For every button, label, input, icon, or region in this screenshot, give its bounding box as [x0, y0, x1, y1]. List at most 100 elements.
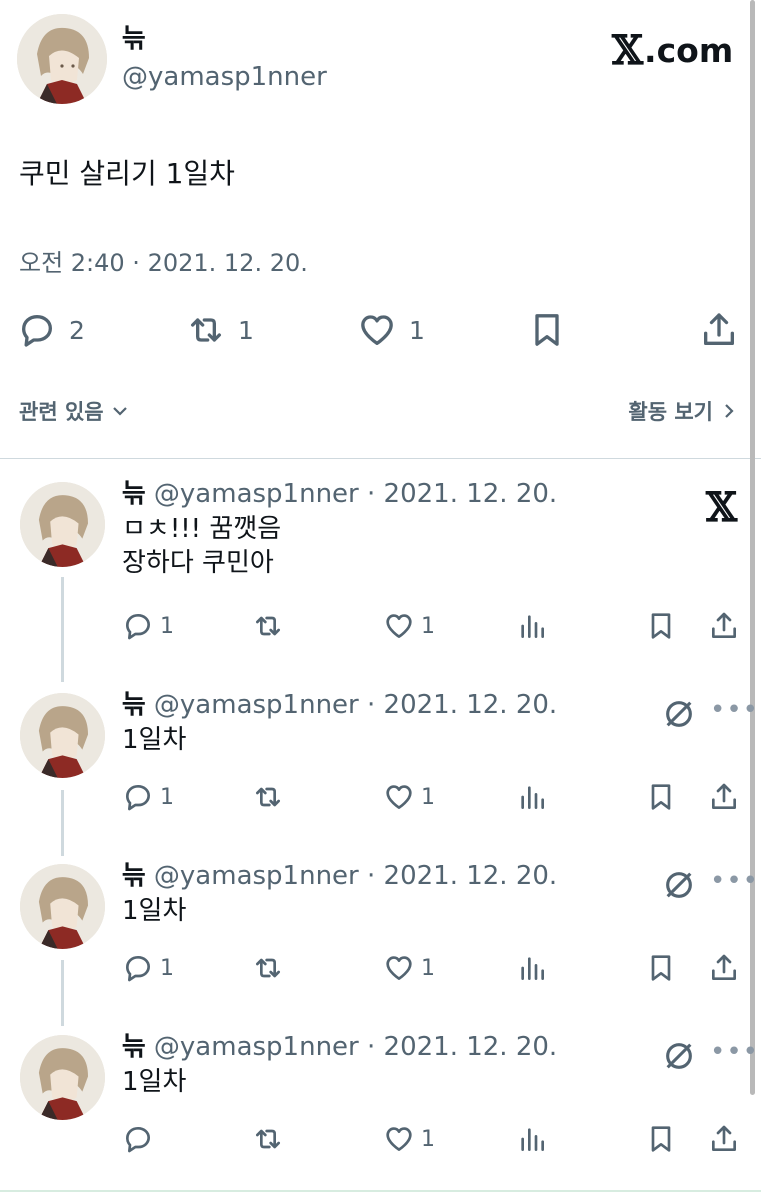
reply-meta[interactable]: @yamasp1nner · 2021. 12. 20. [154, 479, 557, 509]
views-button[interactable] [516, 952, 548, 984]
brand-logo: 𝕏 .com [612, 27, 734, 74]
more-dots-icon[interactable]: ••• [710, 1037, 759, 1067]
slash-circle-icon[interactable] [662, 697, 696, 731]
reply-button[interactable]: 1 [122, 781, 174, 813]
share-button[interactable] [708, 952, 740, 984]
author-name[interactable]: 늒 [122, 690, 146, 720]
bookmark-button[interactable] [645, 610, 677, 642]
reply-header: 늒 @yamasp1nner · 2021. 12. 20. [122, 858, 557, 894]
reply-text-line: 장하다 쿠민아 [122, 548, 274, 578]
reply-button[interactable]: 2 [17, 310, 85, 350]
views-button[interactable] [516, 610, 548, 642]
reply-count: 2 [69, 315, 85, 345]
avatar[interactable] [20, 1035, 105, 1120]
bottom-border [0, 1190, 761, 1192]
reply-meta[interactable]: @yamasp1nner · 2021. 12. 20. [154, 861, 557, 891]
avatar-image [20, 864, 105, 949]
views-button[interactable] [516, 781, 548, 813]
bookmark-button[interactable] [645, 1123, 677, 1155]
avatar[interactable] [20, 864, 105, 949]
share-button[interactable] [708, 610, 740, 642]
activity-label: 활동 보기 [628, 400, 713, 424]
retweet-button[interactable] [252, 781, 284, 813]
bookmark-icon [535, 314, 559, 346]
like-count: 1 [409, 315, 425, 345]
more-dots-icon[interactable]: ••• [710, 695, 759, 725]
speech-bubble-icon [126, 1127, 150, 1153]
view-activity-link[interactable]: 활동 보기 [628, 396, 739, 426]
reply-count: 1 [160, 613, 174, 639]
reply-text-line: 1일차 [122, 896, 187, 926]
reply-text: 1일차 [122, 1065, 186, 1099]
x-logo-icon: 𝕏 [612, 27, 644, 74]
reply-button[interactable]: 1 [122, 952, 174, 984]
avatar[interactable] [20, 693, 105, 778]
avatar-image [20, 482, 105, 567]
share-icon [712, 954, 736, 980]
like-button[interactable]: 1 [383, 1123, 435, 1155]
bar-chart-icon [521, 1128, 544, 1151]
reply-tweet[interactable]: 늒 @yamasp1nner · 2021. 12. 20. 𝕏 ㅁㅊ!!! 꿈깻… [0, 476, 750, 666]
related-link[interactable]: 관련 있음 [19, 396, 130, 426]
share-icon [712, 1125, 736, 1151]
tweet-text: 쿠민 살리기 1일차 [19, 157, 235, 190]
tweet-timestamp[interactable]: 오전 2:40 · 2021. 12. 20. [19, 248, 308, 278]
retweet-icon [255, 958, 280, 978]
share-button[interactable] [699, 310, 739, 350]
x-logo-icon: 𝕏 [706, 484, 738, 531]
avatar[interactable] [20, 482, 105, 567]
related-label: 관련 있음 [19, 400, 104, 424]
bookmark-button[interactable] [645, 781, 677, 813]
main-tweet: 늒 @yamasp1nner 𝕏 .com 쿠민 살리기 1일차 오전 2:40… [0, 0, 761, 458]
views-button[interactable] [516, 1123, 548, 1155]
bookmark-button[interactable] [645, 952, 677, 984]
like-button[interactable]: 1 [383, 952, 435, 984]
retweet-button[interactable] [252, 1123, 284, 1155]
avatar[interactable] [17, 14, 107, 104]
author-handle[interactable]: @yamasp1nner [122, 62, 327, 92]
chevron-down-icon [112, 407, 127, 416]
retweet-count: 1 [238, 315, 254, 345]
reply-tweet[interactable]: 늒 @yamasp1nner · 2021. 12. 20. ••• 1일차 1 … [0, 858, 758, 1018]
speech-bubble-icon [126, 956, 150, 982]
bar-chart-icon [521, 615, 544, 638]
reply-text-line: ㅁㅊ!!! 꿈깻음 [122, 514, 282, 544]
heart-icon [361, 315, 393, 345]
reply-meta[interactable]: @yamasp1nner · 2021. 12. 20. [154, 690, 557, 720]
reply-meta[interactable]: @yamasp1nner · 2021. 12. 20. [154, 1032, 557, 1062]
bar-chart-icon [521, 786, 544, 809]
like-button[interactable]: 1 [383, 781, 435, 813]
slash-circle-icon[interactable] [662, 1039, 696, 1073]
reply-header: 늒 @yamasp1nner · 2021. 12. 20. [122, 687, 557, 723]
like-button[interactable]: 1 [357, 310, 425, 350]
more-dots-icon[interactable]: ••• [710, 866, 759, 896]
reply-tweet[interactable]: 늒 @yamasp1nner · 2021. 12. 20. ••• 1일차 1 [0, 1029, 758, 1189]
like-count: 1 [421, 1126, 435, 1152]
share-button[interactable] [708, 1123, 740, 1155]
scrollbar[interactable] [750, 0, 755, 1095]
heart-icon [386, 614, 412, 638]
reply-tweet[interactable]: 늒 @yamasp1nner · 2021. 12. 20. ••• 1일차 1 … [0, 687, 758, 847]
slash-circle-icon[interactable] [662, 868, 696, 902]
share-button[interactable] [708, 781, 740, 813]
brand-domain: .com [644, 31, 734, 70]
chevron-right-icon [725, 404, 734, 418]
retweet-button[interactable]: 1 [186, 310, 254, 350]
speech-bubble-icon [126, 785, 150, 811]
reply-button[interactable]: 1 [122, 610, 174, 642]
author-name[interactable]: 늒 [122, 1032, 146, 1062]
author-name[interactable]: 늒 [122, 861, 146, 891]
heart-icon [386, 785, 412, 809]
like-button[interactable]: 1 [383, 610, 435, 642]
retweet-button[interactable] [252, 952, 284, 984]
retweet-icon [255, 1129, 280, 1149]
bookmark-button[interactable] [527, 310, 567, 350]
bookmark-icon [651, 1126, 671, 1152]
reply-button[interactable] [122, 1123, 154, 1155]
reply-text-line: 1일차 [122, 1067, 187, 1097]
share-icon [704, 313, 734, 345]
author-name[interactable]: 늒 [122, 24, 146, 54]
retweet-button[interactable] [252, 610, 284, 642]
bar-chart-icon [521, 957, 544, 980]
author-name[interactable]: 늒 [122, 479, 146, 509]
